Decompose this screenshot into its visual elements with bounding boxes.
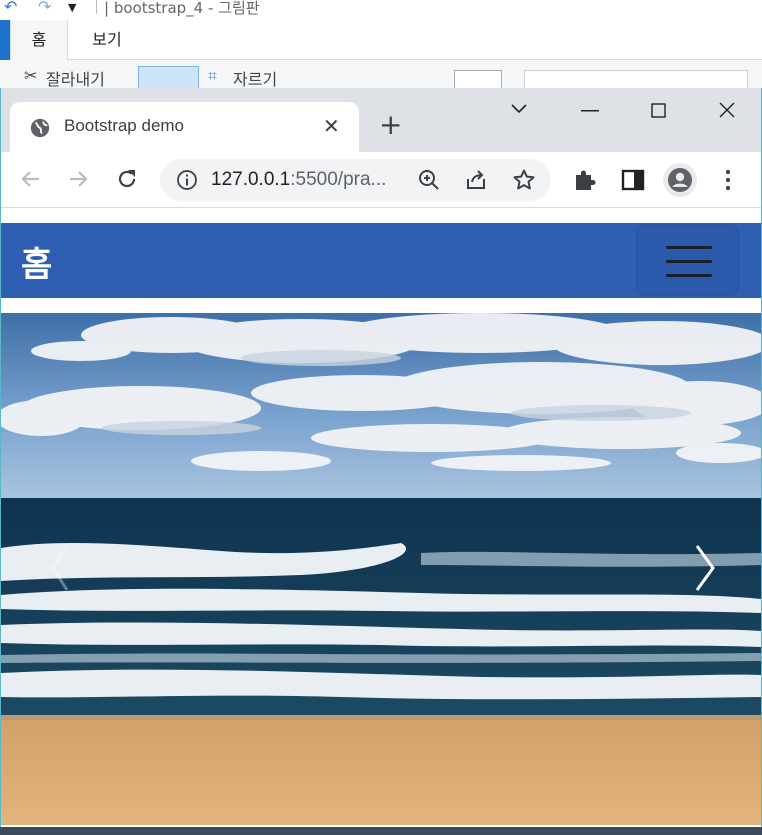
browser-toolbar: 127.0.0.1:5500/pra... [1,152,761,208]
navbar: 홈 [1,223,761,298]
tab-home[interactable]: 홈 [10,20,68,61]
navbar-toggler-button[interactable] [636,224,739,296]
menu-kebab-icon[interactable] [715,167,741,193]
extensions-puzzle-icon[interactable] [572,167,598,193]
url-host: 127.0.0.1 [211,169,291,190]
address-bar[interactable]: 127.0.0.1:5500/pra... [160,159,551,201]
carousel-prev-chevron-icon[interactable] [41,538,81,598]
globe-icon [30,118,50,138]
crop-icon[interactable]: ⌗ [208,66,217,86]
maximize-icon[interactable] [651,103,666,118]
bookmark-star-icon[interactable] [512,168,536,192]
profile-person-icon [668,168,692,192]
profile-avatar[interactable] [663,163,697,197]
reload-icon[interactable] [114,166,140,192]
paint-ribbon-tabs: 홈 보기 [0,20,762,61]
cut-button[interactable]: 잘라내기 [46,66,105,90]
undo-icon[interactable]: ↶ [4,0,17,16]
url-path: :5500/pra... [290,169,387,190]
browser-window: Bootstrap demo ✕ + 127.0.0.1:5500/pra...… [0,88,762,835]
carousel-slide-image [1,313,761,825]
screen: ↶ ↷ ▼ | bootstrap_4 - 그림판 홈 보기 ✂ 잘라내기 ⌗ … [0,0,762,835]
tab-search-chevron-icon[interactable] [510,102,528,114]
tab-view[interactable]: 보기 [80,20,134,60]
url-text[interactable]: 127.0.0.1:5500/pra... [211,169,386,191]
tab-close-icon[interactable]: ✕ [323,114,340,138]
zoom-icon[interactable] [417,168,441,192]
side-panel-icon[interactable] [620,167,646,193]
tab-title: Bootstrap demo [64,116,185,135]
hamburger-line-bottom [666,274,712,277]
navbar-brand[interactable]: 홈 [21,237,52,286]
web-page: 홈 [1,208,761,835]
minimize-icon[interactable] [581,110,599,112]
paint-title-bar: ↶ ↷ ▼ | bootstrap_4 - 그림판 [0,0,762,20]
site-info-icon[interactable] [176,169,198,191]
crop-button[interactable]: 자르기 [233,66,277,90]
carousel-next-chevron-icon[interactable] [685,538,725,598]
paint-window-title: | bootstrap_4 - 그림판 [104,0,260,17]
desktop-background-strip [0,827,762,835]
title-separator [96,0,97,14]
tab-bootstrap-demo[interactable]: Bootstrap demo ✕ [10,102,359,152]
redo-icon[interactable]: ↷ [38,0,51,16]
paint-ribbon: ✂ 잘라내기 ⌗ 자르기 [0,60,762,92]
scissors-icon[interactable]: ✂ [24,66,37,85]
close-window-icon[interactable] [719,102,735,118]
back-arrow-icon[interactable] [18,166,44,192]
paint-file-menu[interactable] [0,20,10,60]
hamburger-line-top [666,246,712,249]
hamburger-line-middle [666,260,712,263]
quick-access-dropdown-icon[interactable]: ▼ [68,1,76,14]
new-tab-button[interactable]: + [379,110,402,140]
tab-strip: Bootstrap demo ✕ + [1,88,761,152]
carousel [1,313,761,825]
forward-arrow-icon[interactable] [65,166,91,192]
share-icon[interactable] [464,168,488,192]
